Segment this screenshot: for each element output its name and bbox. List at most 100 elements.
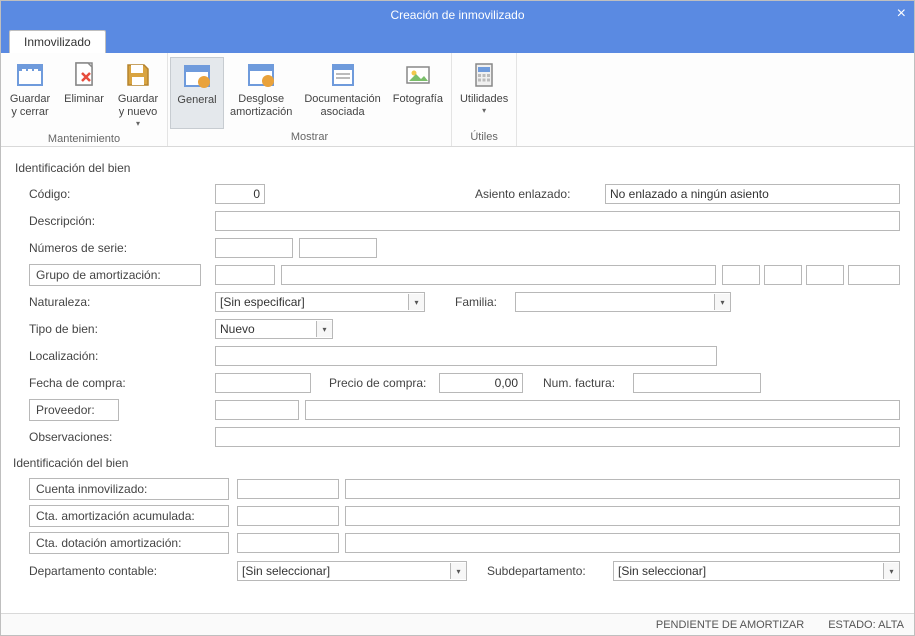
delete-icon <box>68 59 100 91</box>
general-button[interactable]: General <box>170 57 224 129</box>
photo-icon <box>402 59 434 91</box>
ribbon-group-mostrar: General Desglose amortización Documentac… <box>168 53 452 146</box>
grupo-amort-button[interactable]: Grupo de amortización: <box>29 264 201 286</box>
serie-input-1[interactable] <box>215 238 293 258</box>
general-label: General <box>177 94 216 107</box>
depto-contable-select[interactable]: [Sin seleccionar] ▾ <box>237 561 467 581</box>
delete-button[interactable]: Eliminar <box>57 57 111 131</box>
save-close-label: Guardar y cerrar <box>10 93 50 119</box>
num-factura-label: Num. factura: <box>543 376 633 390</box>
grupo-amort-f3 <box>806 265 844 285</box>
save-new-icon <box>122 59 154 91</box>
cta-dot-amort-label: Cta. dotación amortización: <box>36 536 181 550</box>
docs-label: Documentación asociada <box>304 93 380 119</box>
naturaleza-value: [Sin especificar] <box>220 295 305 309</box>
photo-button[interactable]: Fotografía <box>387 57 449 129</box>
descripcion-input[interactable] <box>215 211 900 231</box>
naturaleza-label: Naturaleza: <box>29 295 90 309</box>
ribbon-group-utiles: Utilidades ▾ Útiles <box>452 53 517 146</box>
chevron-down-icon: ▾ <box>450 563 466 579</box>
desglose-icon <box>245 59 277 91</box>
general-icon <box>181 60 213 92</box>
cuenta-inmov-desc <box>345 479 900 499</box>
grupo-amort-desc <box>281 265 716 285</box>
section-title-1: Identificación del bien <box>15 161 900 175</box>
desglose-button[interactable]: Desglose amortización <box>224 57 298 129</box>
cta-dot-amort-desc <box>345 533 900 553</box>
proveedor-code[interactable] <box>215 400 299 420</box>
ribbon: Guardar y cerrar Eliminar Guardar y nuev… <box>1 53 914 147</box>
utilities-button[interactable]: Utilidades ▾ <box>454 57 514 129</box>
cuenta-inmov-button[interactable]: Cuenta inmovilizado: <box>29 478 229 500</box>
ribbon-group-label: Mantenimiento <box>1 131 167 148</box>
cta-dot-amort-button[interactable]: Cta. dotación amortización: <box>29 532 229 554</box>
ribbon-group-mantenimiento: Guardar y cerrar Eliminar Guardar y nuev… <box>1 53 168 146</box>
observaciones-input[interactable] <box>215 427 900 447</box>
localizacion-input[interactable] <box>215 346 717 366</box>
utilities-label: Utilidades <box>460 93 508 106</box>
cuenta-inmov-code[interactable] <box>237 479 339 499</box>
tipo-bien-value: Nuevo <box>220 322 255 336</box>
proveedor-desc <box>305 400 900 420</box>
docs-icon <box>327 59 359 91</box>
tipo-bien-select[interactable]: Nuevo ▾ <box>215 319 333 339</box>
grupo-amort-f2 <box>764 265 802 285</box>
status-estado: ESTADO: ALTA <box>828 619 904 631</box>
cta-amort-acum-desc <box>345 506 900 526</box>
numeros-serie-label: Números de serie: <box>29 241 127 255</box>
fecha-compra-label: Fecha de compra: <box>29 376 126 390</box>
cta-amort-acum-button[interactable]: Cta. amortización acumulada: <box>29 505 229 527</box>
chevron-down-icon: ▾ <box>136 119 140 129</box>
desglose-label: Desglose amortización <box>230 93 292 119</box>
chevron-down-icon: ▾ <box>883 563 899 579</box>
descripcion-label: Descripción: <box>29 214 95 228</box>
tab-strip: Inmovilizado <box>1 29 914 53</box>
chevron-down-icon: ▾ <box>408 294 424 310</box>
save-close-button[interactable]: Guardar y cerrar <box>3 57 57 131</box>
codigo-label: Código: <box>29 187 70 201</box>
precio-compra-label: Precio de compra: <box>329 376 439 390</box>
subdepto-label: Subdepartamento: <box>487 564 613 578</box>
precio-compra-input[interactable] <box>439 373 523 393</box>
observaciones-label: Observaciones: <box>29 430 112 444</box>
naturaleza-select[interactable]: [Sin especificar] ▾ <box>215 292 425 312</box>
tipo-bien-label: Tipo de bien: <box>29 322 98 336</box>
photo-label: Fotografía <box>393 93 443 106</box>
tab-label: Inmovilizado <box>24 35 91 49</box>
subdepto-value: [Sin seleccionar] <box>618 564 706 578</box>
status-bar: PENDIENTE DE AMORTIZAR ESTADO: ALTA <box>1 613 914 635</box>
save-new-label: Guardar y nuevo <box>118 93 158 119</box>
grupo-amort-code[interactable] <box>215 265 275 285</box>
codigo-input[interactable] <box>215 184 265 204</box>
section-title-2: Identificación del bien <box>13 456 900 470</box>
grupo-amort-f4 <box>848 265 900 285</box>
grupo-amort-label: Grupo de amortización: <box>36 268 161 282</box>
serie-input-2[interactable] <box>299 238 377 258</box>
calculator-icon <box>468 59 500 91</box>
save-close-icon <box>14 59 46 91</box>
subdepto-select[interactable]: [Sin seleccionar] ▾ <box>613 561 900 581</box>
cta-amort-acum-label: Cta. amortización acumulada: <box>36 509 195 523</box>
delete-label: Eliminar <box>64 93 104 106</box>
familia-select[interactable]: ▾ <box>515 292 731 312</box>
proveedor-label: Proveedor: <box>36 403 95 417</box>
depto-contable-value: [Sin seleccionar] <box>242 564 330 578</box>
cuenta-inmov-label: Cuenta inmovilizado: <box>36 482 147 496</box>
save-new-button[interactable]: Guardar y nuevo ▾ <box>111 57 165 131</box>
window-title: Creación de inmovilizado <box>390 8 524 22</box>
docs-button[interactable]: Documentación asociada <box>298 57 386 129</box>
close-icon[interactable]: × <box>897 5 906 23</box>
cta-amort-acum-code[interactable] <box>237 506 339 526</box>
grupo-amort-f1 <box>722 265 760 285</box>
fecha-compra-input[interactable] <box>215 373 311 393</box>
chevron-down-icon: ▾ <box>316 321 332 337</box>
tab-inmovilizado[interactable]: Inmovilizado <box>9 30 106 53</box>
ribbon-group-label: Útiles <box>452 129 516 146</box>
num-factura-input[interactable] <box>633 373 761 393</box>
cta-dot-amort-code[interactable] <box>237 533 339 553</box>
asiento-label: Asiento enlazado: <box>475 187 605 201</box>
asiento-field <box>605 184 900 204</box>
ribbon-group-label: Mostrar <box>168 129 451 146</box>
proveedor-button[interactable]: Proveedor: <box>29 399 119 421</box>
localizacion-label: Localización: <box>29 349 98 363</box>
